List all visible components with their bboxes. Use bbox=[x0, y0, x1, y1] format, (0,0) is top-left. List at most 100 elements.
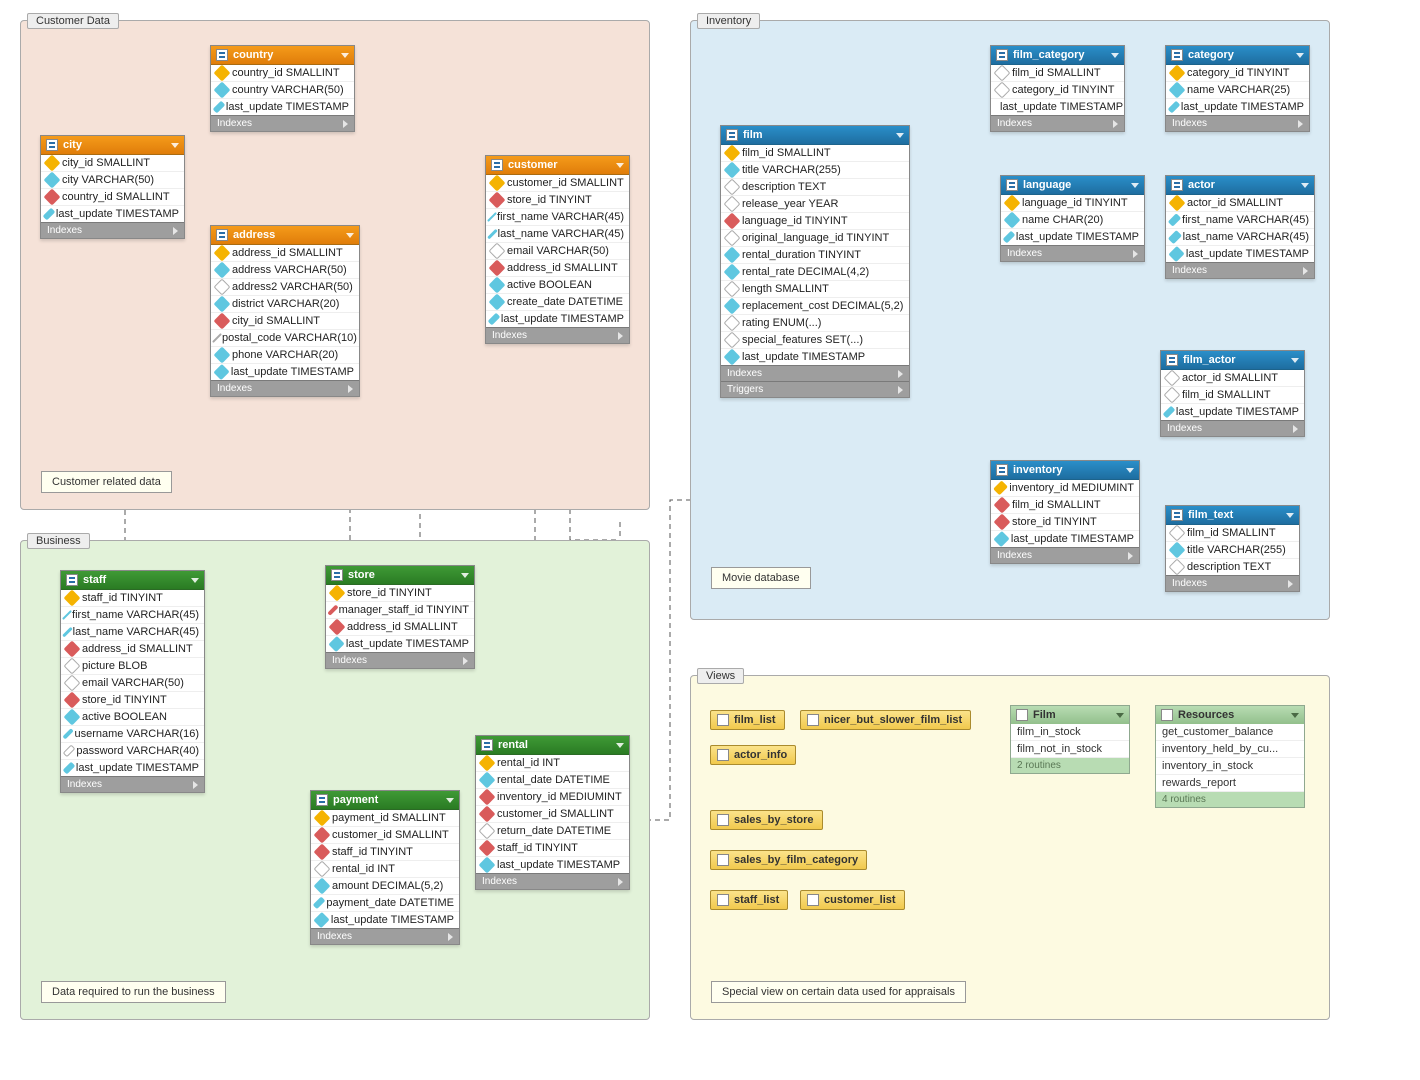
table-column[interactable]: payment_date DATETIME bbox=[311, 895, 459, 912]
chevron-down-icon[interactable] bbox=[896, 133, 904, 138]
table-language[interactable]: languagelanguage_id TINYINTname CHAR(20)… bbox=[1000, 175, 1145, 262]
table-column[interactable]: address_id SMALLINT bbox=[326, 619, 474, 636]
table-column[interactable]: last_update TIMESTAMP bbox=[311, 912, 459, 928]
table-column[interactable]: last_name VARCHAR(45) bbox=[486, 226, 629, 243]
table-header[interactable]: store bbox=[326, 566, 474, 585]
view-nicer-but-slower-film-list[interactable]: nicer_but_slower_film_list bbox=[800, 710, 971, 730]
table-column[interactable]: rating ENUM(...) bbox=[721, 315, 909, 332]
er-diagram-canvas[interactable]: Customer Data Customer related data Busi… bbox=[10, 10, 1420, 1070]
table-header[interactable]: country bbox=[211, 46, 354, 65]
table-column[interactable]: city_id SMALLINT bbox=[211, 313, 359, 330]
view-film-list[interactable]: film_list bbox=[710, 710, 785, 730]
table-column[interactable]: rental_id INT bbox=[476, 755, 629, 772]
routine-group-film[interactable]: Film film_in_stock film_not_in_stock 2 r… bbox=[1010, 705, 1130, 774]
table-column[interactable]: last_update TIMESTAMP bbox=[486, 311, 629, 327]
table-column[interactable]: last_update TIMESTAMP bbox=[476, 857, 629, 873]
table-column[interactable]: customer_id SMALLINT bbox=[476, 806, 629, 823]
table-header[interactable]: customer bbox=[486, 156, 629, 175]
table-column[interactable]: name CHAR(20) bbox=[1001, 212, 1144, 229]
table-customer[interactable]: customercustomer_id SMALLINTstore_id TIN… bbox=[485, 155, 630, 344]
table-column[interactable]: customer_id SMALLINT bbox=[486, 175, 629, 192]
table-header[interactable]: language bbox=[1001, 176, 1144, 195]
table-rental[interactable]: rentalrental_id INTrental_date DATETIMEi… bbox=[475, 735, 630, 890]
table-column[interactable]: category_id TINYINT bbox=[1166, 65, 1309, 82]
routine-item[interactable]: inventory_in_stock bbox=[1156, 758, 1304, 775]
indexes-footer[interactable]: Indexes bbox=[1166, 115, 1309, 131]
table-column[interactable]: last_update TIMESTAMP bbox=[1001, 229, 1144, 245]
table-column[interactable]: active BOOLEAN bbox=[486, 277, 629, 294]
indexes-footer[interactable]: Indexes bbox=[1161, 420, 1304, 436]
table-film-actor[interactable]: film_actoractor_id SMALLINTfilm_id SMALL… bbox=[1160, 350, 1305, 437]
table-column[interactable]: country VARCHAR(50) bbox=[211, 82, 354, 99]
table-column[interactable]: password VARCHAR(40) bbox=[61, 743, 204, 760]
indexes-footer[interactable]: Indexes bbox=[311, 928, 459, 944]
indexes-footer[interactable]: Indexes bbox=[1166, 262, 1314, 278]
table-payment[interactable]: paymentpayment_id SMALLINTcustomer_id SM… bbox=[310, 790, 460, 945]
table-column[interactable]: rental_duration TINYINT bbox=[721, 247, 909, 264]
table-country[interactable]: countrycountry_id SMALLINTcountry VARCHA… bbox=[210, 45, 355, 132]
table-header[interactable]: payment bbox=[311, 791, 459, 810]
triggers-footer[interactable]: Triggers bbox=[721, 381, 909, 397]
table-column[interactable]: active BOOLEAN bbox=[61, 709, 204, 726]
table-film[interactable]: filmfilm_id SMALLINTtitle VARCHAR(255)de… bbox=[720, 125, 910, 398]
routine-item[interactable]: film_not_in_stock bbox=[1011, 741, 1129, 758]
routine-item[interactable]: get_customer_balance bbox=[1156, 724, 1304, 741]
table-address[interactable]: addressaddress_id SMALLINTaddress VARCHA… bbox=[210, 225, 360, 397]
table-column[interactable]: film_id SMALLINT bbox=[1166, 525, 1299, 542]
table-column[interactable]: staff_id TINYINT bbox=[476, 840, 629, 857]
indexes-footer[interactable]: Indexes bbox=[721, 365, 909, 381]
table-column[interactable]: rental_date DATETIME bbox=[476, 772, 629, 789]
indexes-footer[interactable]: Indexes bbox=[486, 327, 629, 343]
routine-item[interactable]: inventory_held_by_cu... bbox=[1156, 741, 1304, 758]
table-column[interactable]: address2 VARCHAR(50) bbox=[211, 279, 359, 296]
table-header[interactable]: film_actor bbox=[1161, 351, 1304, 370]
view-actor-info[interactable]: actor_info bbox=[710, 745, 796, 765]
table-column[interactable]: replacement_cost DECIMAL(5,2) bbox=[721, 298, 909, 315]
indexes-footer[interactable]: Indexes bbox=[991, 115, 1124, 131]
table-header[interactable]: city bbox=[41, 136, 184, 155]
table-column[interactable]: city VARCHAR(50) bbox=[41, 172, 184, 189]
table-column[interactable]: last_update TIMESTAMP bbox=[1161, 404, 1304, 420]
table-column[interactable]: film_id SMALLINT bbox=[991, 497, 1139, 514]
table-column[interactable]: phone VARCHAR(20) bbox=[211, 347, 359, 364]
chevron-down-icon[interactable] bbox=[616, 163, 624, 168]
table-column[interactable]: store_id TINYINT bbox=[326, 585, 474, 602]
table-column[interactable]: store_id TINYINT bbox=[486, 192, 629, 209]
table-column[interactable]: address_id SMALLINT bbox=[211, 245, 359, 262]
table-column[interactable]: last_update TIMESTAMP bbox=[991, 99, 1124, 115]
table-column[interactable]: amount DECIMAL(5,2) bbox=[311, 878, 459, 895]
table-column[interactable]: last_update TIMESTAMP bbox=[721, 349, 909, 365]
table-column[interactable]: language_id TINYINT bbox=[1001, 195, 1144, 212]
table-column[interactable]: title VARCHAR(255) bbox=[1166, 542, 1299, 559]
indexes-footer[interactable]: Indexes bbox=[211, 380, 359, 396]
table-column[interactable]: create_date DATETIME bbox=[486, 294, 629, 311]
table-column[interactable]: category_id TINYINT bbox=[991, 82, 1124, 99]
indexes-footer[interactable]: Indexes bbox=[326, 652, 474, 668]
table-city[interactable]: citycity_id SMALLINTcity VARCHAR(50)coun… bbox=[40, 135, 185, 239]
table-column[interactable]: name VARCHAR(25) bbox=[1166, 82, 1309, 99]
table-column[interactable]: last_name VARCHAR(45) bbox=[61, 624, 204, 641]
indexes-footer[interactable]: Indexes bbox=[476, 873, 629, 889]
table-column[interactable]: picture BLOB bbox=[61, 658, 204, 675]
table-column[interactable]: film_id SMALLINT bbox=[721, 145, 909, 162]
indexes-footer[interactable]: Indexes bbox=[211, 115, 354, 131]
table-column[interactable]: length SMALLINT bbox=[721, 281, 909, 298]
chevron-down-icon[interactable] bbox=[1291, 358, 1299, 363]
view-staff-list[interactable]: staff_list bbox=[710, 890, 788, 910]
table-film-text[interactable]: film_textfilm_id SMALLINTtitle VARCHAR(2… bbox=[1165, 505, 1300, 592]
table-inventory[interactable]: inventoryinventory_id MEDIUMINTfilm_id S… bbox=[990, 460, 1140, 564]
table-column[interactable]: country_id SMALLINT bbox=[211, 65, 354, 82]
table-column[interactable]: return_date DATETIME bbox=[476, 823, 629, 840]
table-column[interactable]: last_name VARCHAR(45) bbox=[1166, 229, 1314, 246]
table-column[interactable]: release_year YEAR bbox=[721, 196, 909, 213]
table-category[interactable]: categorycategory_id TINYINTname VARCHAR(… bbox=[1165, 45, 1310, 132]
routine-item[interactable]: rewards_report bbox=[1156, 775, 1304, 792]
table-column[interactable]: film_id SMALLINT bbox=[1161, 387, 1304, 404]
table-column[interactable]: country_id SMALLINT bbox=[41, 189, 184, 206]
table-column[interactable]: first_name VARCHAR(45) bbox=[61, 607, 204, 624]
chevron-down-icon[interactable] bbox=[1131, 183, 1139, 188]
table-column[interactable]: email VARCHAR(50) bbox=[486, 243, 629, 260]
chevron-down-icon[interactable] bbox=[191, 578, 199, 583]
indexes-footer[interactable]: Indexes bbox=[41, 222, 184, 238]
table-header[interactable]: film bbox=[721, 126, 909, 145]
